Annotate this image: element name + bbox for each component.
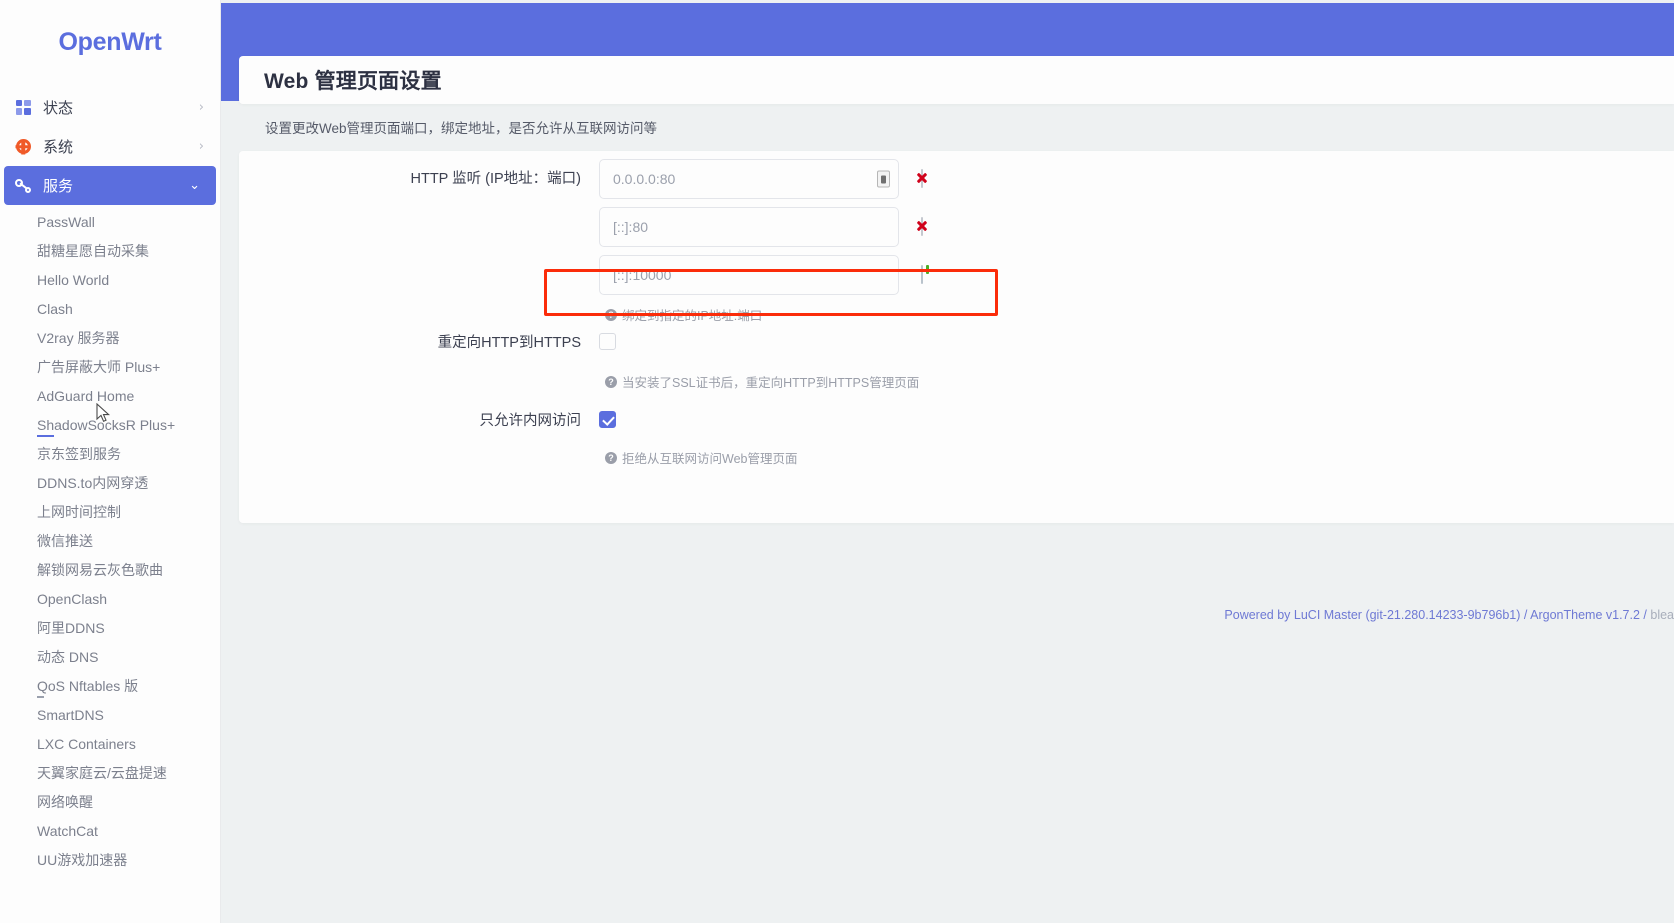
redirect-https-hint-text: 当安装了SSL证书后，重定向HTTP到HTTPS管理页面	[622, 372, 919, 391]
sidebar-subitem[interactable]: 上网时间控制	[0, 497, 220, 526]
brand-logo[interactable]: OpenWrt	[0, 0, 220, 84]
http-listen-input-wrap-2	[599, 207, 899, 247]
sidebar-subitem[interactable]: SmartDNS	[0, 700, 220, 729]
sidebar-subitem[interactable]: DDNS.to内网穿透	[0, 468, 220, 497]
sidebar-item-services[interactable]: 服务 ⌄	[4, 166, 216, 205]
chevron-right-icon: ›	[199, 100, 204, 115]
gear-icon	[12, 139, 34, 154]
sidebar: OpenWrt 状态 › 系统 › 服务	[0, 0, 221, 923]
lan-only-row: 只允许内网访问	[239, 411, 616, 431]
http-listen-hint: ? 绑定到指定的IP地址:端口	[605, 305, 762, 324]
page-description: 设置更改Web管理页面端口，绑定地址，是否允许从互联网访问等	[265, 117, 657, 137]
http-listen-row-1: HTTP 监听 (IP地址：端口)	[239, 159, 938, 199]
http-listen-input-2[interactable]	[599, 207, 899, 247]
http-listen-label: HTTP 监听 (IP地址：端口)	[239, 159, 599, 199]
main-content: Web 管理页面设置 设置更改Web管理页面端口，绑定地址，是否允许从互联网访问…	[221, 0, 1674, 923]
sidebar-item-system-label: 系统	[43, 136, 199, 157]
sidebar-subitem[interactable]: 解锁网易云灰色歌曲	[0, 555, 220, 584]
sidebar-subitem[interactable]: Hello World	[0, 265, 220, 294]
http-listen-input-wrap-3	[599, 255, 899, 295]
sidebar-subitem[interactable]: PassWall	[0, 207, 220, 236]
submenu-underline-mark	[37, 435, 54, 437]
redirect-https-hint: ? 当安装了SSL证书后，重定向HTTP到HTTPS管理页面	[605, 372, 919, 391]
remove-icon	[921, 169, 923, 188]
sidebar-subitem[interactable]: 京东签到服务	[0, 439, 220, 468]
http-listen-remove-button-1[interactable]	[921, 170, 938, 189]
http-listen-hint-text: 绑定到指定的IP地址:端口	[622, 305, 762, 324]
footer-credits: Powered by LuCI Master (git-21.280.14233…	[1224, 608, 1674, 622]
page-title: Web 管理页面设置	[264, 65, 442, 95]
sidebar-subitem[interactable]: OpenClash	[0, 584, 220, 613]
sidebar-services-submenu: PassWall甜糖星愿自动采集Hello WorldClashV2ray 服务…	[0, 205, 220, 874]
help-icon: ?	[605, 376, 617, 388]
sidebar-subitem[interactable]: UU游戏加速器	[0, 845, 220, 874]
redirect-https-checkbox[interactable]	[599, 333, 616, 350]
help-icon: ?	[605, 452, 617, 464]
app-root: OpenWrt 状态 › 系统 › 服务	[0, 0, 1674, 923]
sidebar-item-status[interactable]: 状态 ›	[0, 88, 220, 127]
chevron-down-icon: ⌄	[189, 178, 200, 193]
sidebar-subitem[interactable]: Clash	[0, 294, 220, 323]
sidebar-item-services-label: 服务	[43, 175, 189, 196]
http-listen-row-2	[599, 207, 938, 247]
http-listen-input-wrap-1	[599, 159, 899, 199]
help-icon: ?	[605, 309, 617, 321]
footer-credits-text[interactable]: Powered by LuCI Master (git-21.280.14233…	[1224, 608, 1646, 622]
sidebar-subitem[interactable]: 甜糖星愿自动采集	[0, 236, 220, 265]
sidebar-subitem[interactable]: WatchCat	[0, 816, 220, 845]
redirect-https-row: 重定向HTTP到HTTPS	[239, 333, 616, 353]
address-picker-icon-1[interactable]	[877, 171, 890, 188]
http-listen-input-1[interactable]	[599, 159, 899, 199]
brand-name: OpenWrt	[59, 28, 162, 57]
chevron-right-icon: ›	[199, 139, 204, 154]
http-listen-remove-button-2[interactable]	[921, 218, 938, 237]
services-icon	[12, 179, 34, 193]
sidebar-subitem[interactable]: QoS Nftables 版	[0, 671, 220, 700]
http-listen-input-3[interactable]	[599, 255, 899, 295]
http-listen-row-3	[599, 255, 938, 295]
status-grid-icon	[12, 100, 34, 115]
sidebar-item-system[interactable]: 系统 ›	[0, 127, 220, 166]
sidebar-subitem[interactable]: 阿里DDNS	[0, 613, 220, 642]
add-icon	[921, 265, 923, 284]
sidebar-subitem[interactable]: AdGuard Home	[0, 381, 220, 410]
sidebar-subitem[interactable]: 天翼家庭云/云盘提速	[0, 758, 220, 787]
lan-only-hint-text: 拒绝从互联网访问Web管理页面	[622, 448, 797, 467]
remove-icon	[921, 217, 923, 236]
sidebar-subitem[interactable]: LXC Containers	[0, 729, 220, 758]
sidebar-subitem[interactable]: 广告屏蔽大师 Plus+	[0, 352, 220, 381]
redirect-https-label: 重定向HTTP到HTTPS	[239, 333, 599, 353]
sidebar-subitem[interactable]: 微信推送	[0, 526, 220, 555]
footer-credits-suffix: blea	[1647, 608, 1674, 622]
sidebar-subitem[interactable]: ShadowSocksR Plus+	[0, 410, 220, 439]
sidebar-item-status-label: 状态	[43, 97, 199, 118]
lan-only-checkbox[interactable]	[599, 411, 616, 428]
http-listen-add-button[interactable]	[921, 266, 938, 285]
settings-form-card: HTTP 监听 (IP地址：端口)	[239, 151, 1674, 523]
page-title-card: Web 管理页面设置	[239, 56, 1674, 104]
lan-only-label: 只允许内网访问	[239, 411, 599, 431]
sidebar-subitem[interactable]: 网络唤醒	[0, 787, 220, 816]
submenu-dash-mark	[37, 696, 44, 698]
sidebar-subitem[interactable]: V2ray 服务器	[0, 323, 220, 352]
sidebar-subitem[interactable]: 动态 DNS	[0, 642, 220, 671]
lan-only-hint: ? 拒绝从互联网访问Web管理页面	[605, 448, 797, 467]
sidebar-primary-nav: 状态 › 系统 › 服务 ⌄	[0, 84, 220, 205]
